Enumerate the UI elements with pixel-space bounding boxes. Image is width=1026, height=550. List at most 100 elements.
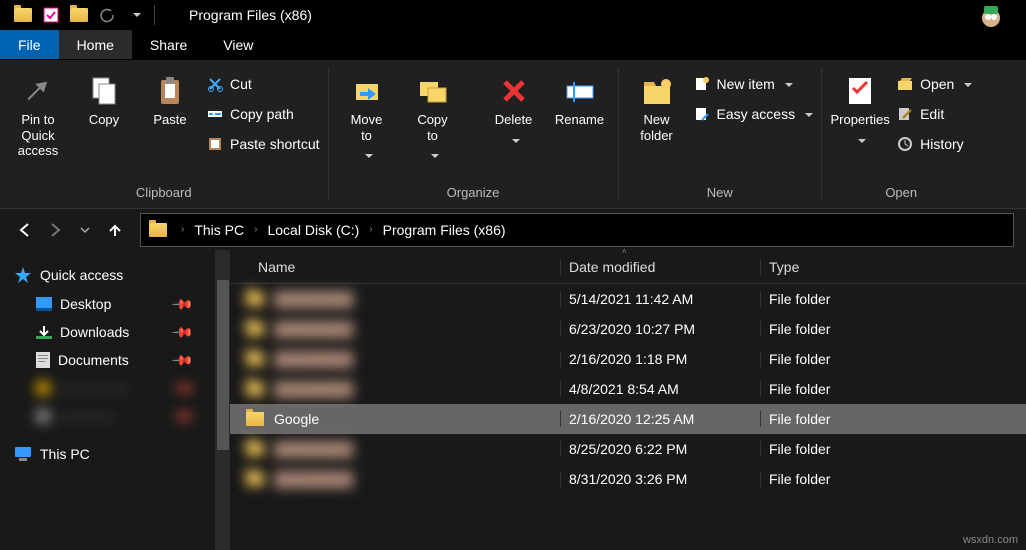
group-clipboard: Pin to Quick access Copy Paste Cut Copy … xyxy=(0,60,328,208)
chevron-down-icon xyxy=(427,147,439,164)
tab-share[interactable]: Share xyxy=(132,30,205,59)
header-name[interactable]: Name xyxy=(230,259,560,275)
header-type[interactable]: Type xyxy=(760,259,1026,275)
title-bar: Program Files (x86) xyxy=(0,0,1026,30)
easyaccess-button[interactable]: Easy access xyxy=(693,102,814,126)
group-open-label: Open xyxy=(830,185,972,204)
nav-documents-label: Documents xyxy=(58,352,129,368)
copyto-label: Copy to xyxy=(417,112,447,143)
copy-label: Copy xyxy=(89,112,119,128)
tab-view[interactable]: View xyxy=(205,30,271,59)
table-row[interactable]: Google2/16/2020 12:25 AMFile folder xyxy=(230,404,1026,434)
file-name: ████████ xyxy=(274,351,353,367)
crumb-thispc[interactable]: This PC xyxy=(190,222,248,238)
edit-icon xyxy=(896,105,914,123)
pastesc-label: Paste shortcut xyxy=(230,136,320,152)
nav-recent-button[interactable] xyxy=(72,217,98,243)
cut-button[interactable]: Cut xyxy=(206,72,320,96)
crumb-drive[interactable]: Local Disk (C:) xyxy=(263,222,363,238)
copy-button[interactable]: Copy xyxy=(74,70,134,128)
download-icon xyxy=(36,324,52,340)
content-area: Quick access Desktop 📌 Downloads 📌 Docum… xyxy=(0,250,1026,550)
history-icon xyxy=(896,135,914,153)
delete-button[interactable]: Delete xyxy=(484,70,544,148)
nav-item-blurred[interactable]: ————📌 xyxy=(0,402,215,430)
paste-button[interactable]: Paste xyxy=(140,70,200,128)
pin-quickaccess-button[interactable]: Pin to Quick access xyxy=(8,70,68,159)
edit-label: Edit xyxy=(920,106,944,122)
edit-button[interactable]: Edit xyxy=(896,102,972,126)
group-new: New folder New item Easy access New xyxy=(619,60,822,208)
mascot-icon xyxy=(976,0,1006,30)
qat-folder-icon[interactable] xyxy=(12,4,34,26)
pc-icon xyxy=(14,446,32,462)
chevron-down-icon xyxy=(960,76,972,92)
nav-back-button[interactable] xyxy=(12,217,38,243)
rename-button[interactable]: Rename xyxy=(550,70,610,128)
properties-button[interactable]: Properties xyxy=(830,70,890,148)
nav-downloads[interactable]: Downloads 📌 xyxy=(0,318,215,346)
folder-icon xyxy=(246,382,264,396)
nav-quickaccess-label: Quick access xyxy=(40,267,123,283)
group-open: Properties Open Edit History Open xyxy=(822,60,980,208)
breadcrumb[interactable]: › This PC › Local Disk (C:) › Program Fi… xyxy=(140,213,1014,247)
nav-forward-button[interactable] xyxy=(42,217,68,243)
tab-home[interactable]: Home xyxy=(59,30,132,59)
pin-icon: 📌 xyxy=(170,292,194,316)
table-row[interactable]: ████████2/16/2020 1:18 PMFile folder xyxy=(230,344,1026,374)
copypath-button[interactable]: Copy path xyxy=(206,102,320,126)
pasteshortcut-button[interactable]: Paste shortcut xyxy=(206,132,320,156)
open-label: Open xyxy=(920,76,954,92)
watermark: wsxdn.com xyxy=(963,534,1018,546)
qat-newfolder-icon[interactable] xyxy=(68,4,90,26)
chevron-down-icon xyxy=(508,132,520,149)
qat-undo-icon[interactable] xyxy=(96,4,118,26)
properties-label: Properties xyxy=(830,112,889,128)
qat-customize-icon[interactable] xyxy=(124,4,146,26)
delete-label: Delete xyxy=(495,112,533,128)
open-icon xyxy=(896,75,914,93)
pin-label: Pin to Quick access xyxy=(8,112,68,159)
qat-properties-icon[interactable] xyxy=(40,4,62,26)
nav-quickaccess[interactable]: Quick access xyxy=(0,260,215,290)
copypath-label: Copy path xyxy=(230,106,294,122)
history-button[interactable]: History xyxy=(896,132,972,156)
table-row[interactable]: ████████8/31/2020 3:26 PMFile folder xyxy=(230,464,1026,494)
folder-icon xyxy=(149,223,167,237)
tab-file[interactable]: File xyxy=(0,30,59,59)
window-title: Program Files (x86) xyxy=(189,7,312,23)
nav-thispc[interactable]: This PC xyxy=(0,440,215,468)
nav-item-blurred[interactable]: —————📌 xyxy=(0,374,215,402)
easyaccess-icon xyxy=(693,105,711,123)
nav-up-button[interactable] xyxy=(102,217,128,243)
folder-icon xyxy=(246,472,264,486)
folder-icon xyxy=(246,352,264,366)
header-date[interactable]: Date modified xyxy=(560,259,760,275)
table-row[interactable]: ████████5/14/2021 11:42 AMFile folder xyxy=(230,284,1026,314)
table-row[interactable]: ████████8/25/2020 6:22 PMFile folder xyxy=(230,434,1026,464)
sort-indicator-icon: ˄ xyxy=(622,247,627,256)
newfolder-button[interactable]: New folder xyxy=(627,70,687,143)
desktop-icon xyxy=(36,297,52,311)
crumb-folder[interactable]: Program Files (x86) xyxy=(379,222,510,238)
table-row[interactable]: ████████4/8/2021 8:54 AMFile folder xyxy=(230,374,1026,404)
moveto-button[interactable]: Move to xyxy=(337,70,397,164)
file-name: ████████ xyxy=(274,441,353,457)
chevron-down-icon xyxy=(361,147,373,164)
star-icon xyxy=(14,266,32,284)
nav-desktop[interactable]: Desktop 📌 xyxy=(0,290,215,318)
folder-icon xyxy=(246,442,264,456)
copyto-button[interactable]: Copy to xyxy=(403,70,463,164)
table-row[interactable]: ████████6/23/2020 10:27 PMFile folder xyxy=(230,314,1026,344)
shortcut-icon xyxy=(206,135,224,153)
file-date: 2/16/2020 12:25 AM xyxy=(560,411,760,427)
folder-icon xyxy=(246,322,264,336)
file-type: File folder xyxy=(760,321,1026,337)
newitem-button[interactable]: New item xyxy=(693,72,814,96)
nav-documents[interactable]: Documents 📌 xyxy=(0,346,215,374)
nav-scrollbar[interactable] xyxy=(215,250,231,550)
path-icon xyxy=(206,105,224,123)
open-button[interactable]: Open xyxy=(896,72,972,96)
group-clipboard-label: Clipboard xyxy=(8,185,320,204)
file-name: ████████ xyxy=(274,471,353,487)
